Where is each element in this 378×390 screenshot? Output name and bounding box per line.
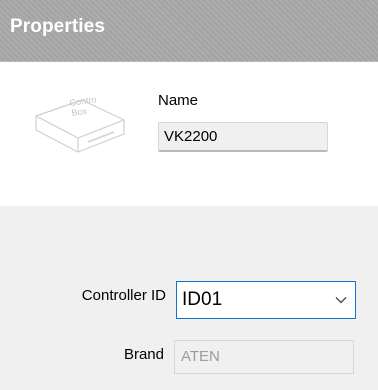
controller-id-label: Controller ID	[81, 287, 166, 304]
chevron-down-icon	[335, 297, 347, 304]
properties-header: Properties	[0, 0, 378, 62]
control-box-icon: Contro Box	[35, 94, 125, 153]
box-icon-label-2: Box	[71, 106, 88, 118]
controller-id-select[interactable]: ID01	[176, 281, 356, 319]
brand-field: ATEN	[174, 340, 354, 374]
panel-title: Properties	[10, 16, 105, 37]
controller-id-value: ID01	[182, 289, 223, 310]
brand-label: Brand	[123, 346, 164, 363]
name-field[interactable]: VK2200	[158, 122, 328, 152]
name-label: Name	[158, 92, 199, 109]
